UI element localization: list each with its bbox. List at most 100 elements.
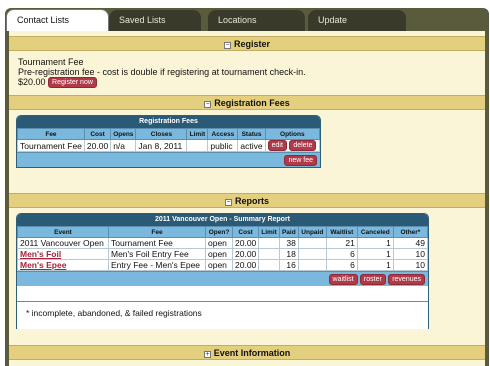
- cost-cell: 20.00: [83, 139, 112, 152]
- new-fee-button[interactable]: new fee: [284, 155, 317, 166]
- limit-cell: [258, 259, 280, 271]
- collapse-icon[interactable]: −: [224, 199, 232, 206]
- paid-cell: 16: [278, 259, 299, 271]
- reports-heading: Reports: [234, 196, 269, 206]
- registration-fees-heading: Registration Fees: [214, 98, 290, 108]
- collapse-icon[interactable]: −: [223, 42, 231, 49]
- col-limit: Limit: [258, 226, 280, 238]
- edit-button[interactable]: edit: [267, 140, 287, 151]
- registration-fees-box: Registration Fees Fee Cost Opens Closes …: [16, 115, 321, 168]
- register-fee-name: Tournament Fee: [18, 57, 84, 67]
- col-open: Open?: [205, 226, 233, 238]
- col-fee: Fee: [17, 128, 85, 140]
- summary-report-title: 2011 Vancouver Open - Summary Report: [17, 214, 428, 226]
- status-cell: active: [237, 139, 266, 152]
- unpaid-cell: [297, 248, 327, 260]
- fee-cell: Tournament Fee: [17, 139, 85, 152]
- col-opens: Opens: [110, 128, 137, 140]
- fees-action-bar: new fee: [17, 152, 320, 167]
- fee-cell: Men's Foil Entry Fee: [108, 248, 206, 260]
- registration-fees-title: Registration Fees: [17, 116, 320, 128]
- other-cell: 10: [392, 259, 429, 271]
- opens-cell: n/a: [110, 139, 137, 152]
- event-link-mens-epee[interactable]: Men's Epee: [20, 260, 66, 270]
- waitlist-cell: 6: [325, 259, 358, 271]
- content-panel: − Register Tournament Fee Pre-registratio…: [5, 31, 489, 366]
- tab-contact-lists[interactable]: Contact Lists: [6, 9, 109, 32]
- event-information-heading: Event Information: [213, 348, 291, 358]
- report-action-bar: waitlist roster revenues: [17, 271, 428, 286]
- revenues-button[interactable]: revenues: [388, 274, 425, 285]
- col-fee: Fee: [108, 226, 206, 238]
- registration-fees-section-header[interactable]: − Registration Fees: [9, 95, 485, 110]
- limit-cell: [258, 248, 280, 260]
- tab-update[interactable]: Update: [308, 10, 406, 31]
- limit-cell: [258, 237, 280, 249]
- table-row: Tournament Fee 20.00 n/a Jan 8, 2011 pub…: [17, 139, 321, 152]
- delete-button[interactable]: delete: [289, 140, 317, 151]
- table-row: Men's Foil Men's Foil Entry Fee open 20.…: [17, 248, 429, 260]
- canceled-cell: 1: [356, 259, 394, 271]
- waitlist-button[interactable]: waitlist: [328, 274, 358, 285]
- col-closes: Closes: [135, 128, 188, 140]
- cost-cell: 20.00: [231, 237, 260, 249]
- register-now-button[interactable]: Register now: [48, 77, 97, 88]
- options-cell: edit delete: [264, 139, 321, 152]
- open-cell: open: [205, 237, 233, 249]
- registration-fees-table: Fee Cost Opens Closes Limit Access Statu…: [17, 128, 321, 152]
- canceled-cell: 1: [356, 237, 394, 249]
- table-header-row: Fee Cost Opens Closes Limit Access Statu…: [17, 128, 321, 140]
- col-cost: Cost: [231, 226, 260, 238]
- cost-cell: 20.00: [231, 259, 260, 271]
- col-status: Status: [237, 128, 266, 140]
- col-unpaid: Unpaid: [297, 226, 327, 238]
- waitlist-cell: 21: [325, 237, 358, 249]
- fee-cell: Entry Fee - Men's Epee: [108, 259, 206, 271]
- report-footnote: * incomplete, abandoned, & failed regist…: [17, 301, 428, 329]
- reports-section-header[interactable]: − Reports: [9, 193, 485, 208]
- canceled-cell: 1: [356, 248, 394, 260]
- closes-cell: Jan 8, 2011: [135, 139, 188, 152]
- other-cell: 10: [392, 248, 429, 260]
- roster-button[interactable]: roster: [359, 274, 386, 285]
- table-row: Men's Epee Entry Fee - Men's Epee open 2…: [17, 259, 429, 271]
- event-information-section-header[interactable]: + Event Information: [9, 345, 485, 360]
- col-canceled: Canceled: [356, 226, 394, 238]
- register-price: $20.00: [18, 77, 46, 87]
- table-header-row: Event Fee Open? Cost Limit Paid Unpaid W…: [17, 226, 429, 238]
- paid-cell: 38: [278, 237, 299, 249]
- register-info: Tournament Fee Pre-registration fee - co…: [18, 57, 306, 88]
- unpaid-cell: [297, 237, 327, 249]
- tab-bar: Contact Lists Saved Lists Locations Upda…: [0, 0, 490, 32]
- other-cell: 49: [392, 237, 429, 249]
- fee-cell: Tournament Fee: [108, 237, 206, 249]
- col-event: Event: [17, 226, 109, 238]
- col-access: Access: [207, 128, 239, 140]
- col-waitlist: Waitlist: [325, 226, 358, 238]
- col-cost: Cost: [83, 128, 112, 140]
- register-heading: Register: [233, 39, 270, 49]
- register-fee-description: Pre-registration fee - cost is double if…: [18, 67, 306, 77]
- collapse-icon[interactable]: −: [204, 101, 212, 108]
- event-link-mens-foil[interactable]: Men's Foil: [20, 249, 61, 259]
- event-cell: Men's Epee: [17, 259, 109, 271]
- paid-cell: 18: [278, 248, 299, 260]
- table-row: 2011 Vancouver Open Tournament Fee open …: [17, 237, 429, 249]
- col-paid: Paid: [278, 226, 299, 238]
- tab-saved-lists[interactable]: Saved Lists: [109, 10, 201, 31]
- open-cell: open: [205, 248, 233, 260]
- open-cell: open: [205, 259, 233, 271]
- register-section-header[interactable]: − Register: [9, 36, 485, 51]
- unpaid-cell: [297, 259, 327, 271]
- cost-cell: 20.00: [231, 248, 260, 260]
- access-cell: public: [207, 139, 239, 152]
- expand-icon[interactable]: +: [203, 351, 211, 358]
- tab-locations[interactable]: Locations: [208, 10, 305, 31]
- waitlist-cell: 6: [325, 248, 358, 260]
- col-options: Options: [264, 128, 321, 140]
- event-cell: 2011 Vancouver Open: [17, 237, 109, 249]
- limit-cell: [186, 139, 209, 152]
- col-limit: Limit: [186, 128, 209, 140]
- summary-report-table: Event Fee Open? Cost Limit Paid Unpaid W…: [17, 226, 429, 271]
- event-cell: Men's Foil: [17, 248, 109, 260]
